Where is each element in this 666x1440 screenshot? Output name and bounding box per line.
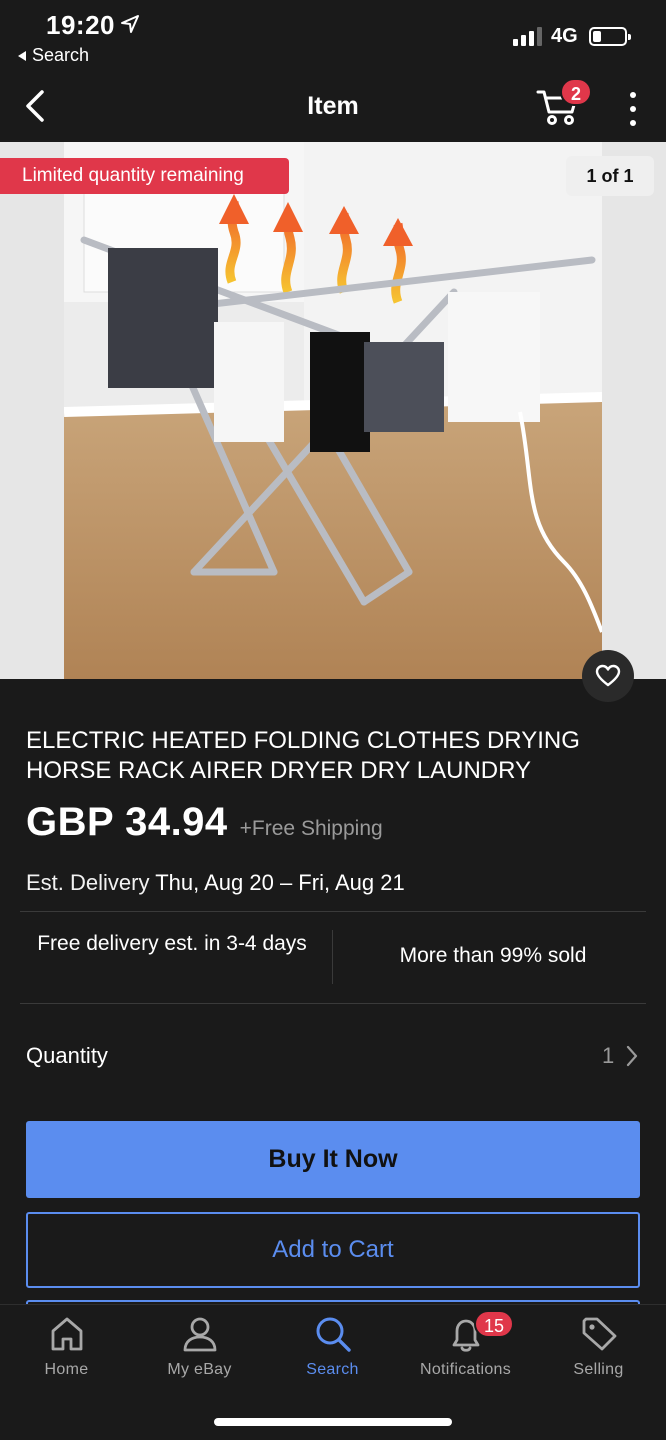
delivery-dates: Thu, Aug 20 – Fri, Aug 21 bbox=[155, 870, 405, 895]
item-title: ELECTRIC HEATED FOLDING CLOTHES DRYING H… bbox=[26, 727, 580, 784]
search-icon bbox=[316, 1317, 351, 1352]
back-app-label: Search bbox=[32, 45, 90, 65]
image-counter: 1 of 1 bbox=[566, 156, 654, 196]
limited-quantity-badge: Limited quantity remaining bbox=[0, 158, 289, 194]
tab-home-label: Home bbox=[44, 1361, 89, 1378]
battery-icon bbox=[589, 27, 631, 46]
tag-icon bbox=[582, 1317, 616, 1351]
home-icon bbox=[51, 1317, 82, 1351]
chevron-right-icon[interactable] bbox=[625, 1044, 639, 1068]
notifications-count-badge: 15 bbox=[474, 1310, 514, 1338]
status-time: 19:20 bbox=[46, 10, 115, 40]
free-delivery-info: Free delivery est. in 3-4 days bbox=[37, 932, 307, 955]
item-price: GBP 34.94 bbox=[26, 800, 228, 844]
tab-selling-label: Selling bbox=[573, 1361, 624, 1378]
estimated-delivery: Est. Delivery Thu, Aug 20 – Fri, Aug 21 bbox=[26, 870, 405, 896]
divider bbox=[20, 911, 646, 912]
more-options-icon[interactable] bbox=[626, 92, 640, 126]
quantity-label[interactable]: Quantity bbox=[26, 1043, 108, 1069]
cart-count-badge: 2 bbox=[560, 78, 592, 106]
network-type: 4G bbox=[551, 25, 578, 47]
back-to-app-link[interactable]: Search bbox=[18, 45, 89, 66]
buy-it-now-button[interactable]: Buy It Now bbox=[26, 1121, 640, 1198]
tab-home[interactable]: Home bbox=[0, 1315, 133, 1379]
info-separator bbox=[332, 930, 333, 984]
shipping-info: +Free Shipping bbox=[239, 817, 383, 840]
back-triangle-icon bbox=[18, 50, 26, 61]
tab-my-ebay[interactable]: My eBay bbox=[133, 1315, 266, 1379]
divider bbox=[20, 1003, 646, 1004]
tab-notifications-label: Notifications bbox=[419, 1361, 512, 1378]
heart-icon bbox=[595, 664, 621, 687]
home-indicator[interactable] bbox=[214, 1418, 452, 1426]
location-arrow-icon bbox=[121, 15, 139, 33]
watch-button[interactable] bbox=[582, 650, 634, 702]
product-image-gallery[interactable]: Limited quantity remaining 1 of 1 bbox=[0, 142, 666, 679]
tab-my-ebay-label: My eBay bbox=[167, 1361, 232, 1378]
delivery-label: Est. Delivery bbox=[26, 870, 150, 895]
person-icon bbox=[183, 1317, 216, 1352]
status-bar: 19:20 Search 4G bbox=[0, 0, 666, 70]
tab-search-label: Search bbox=[306, 1361, 359, 1378]
sold-info: More than 99% sold bbox=[399, 944, 587, 967]
add-to-cart-button[interactable]: Add to Cart bbox=[26, 1212, 640, 1288]
tab-search[interactable]: Search bbox=[266, 1315, 399, 1379]
nav-bar: Item 2 bbox=[0, 70, 666, 142]
tab-selling[interactable]: Selling bbox=[532, 1315, 665, 1379]
price-row: GBP 34.94 +Free Shipping bbox=[26, 800, 383, 845]
signal-strength-icon bbox=[513, 27, 542, 46]
product-photo bbox=[64, 142, 602, 679]
quantity-value[interactable]: 1 bbox=[602, 1043, 614, 1069]
